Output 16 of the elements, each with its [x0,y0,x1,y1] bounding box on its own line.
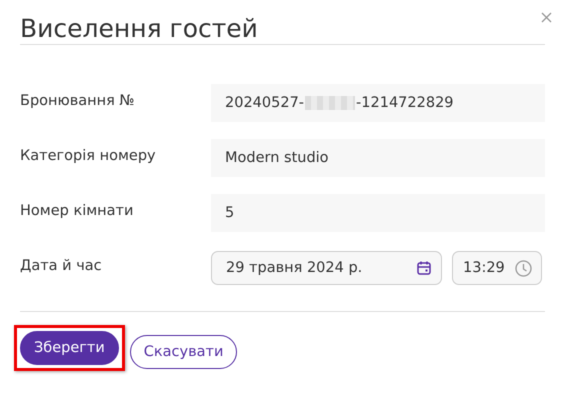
value-text: 5 [225,205,234,221]
value-text: Modern studio [225,150,329,166]
field-label: Дата й час [20,257,103,274]
value-text: 20240527- [225,95,304,111]
save-button[interactable]: Зберегти [20,331,119,365]
cancel-button[interactable]: Скасувати [130,334,238,368]
close-icon[interactable] [541,12,552,23]
calendar-icon[interactable] [416,260,432,276]
time-field[interactable]: 13:29 [452,251,542,285]
dialog-title: Виселення гостей [20,13,259,44]
clock-icon[interactable] [515,260,532,276]
field-label: Категорія номеру [20,147,157,164]
field-label: Номер кімнати [20,202,134,219]
date-field[interactable]: 29 травня 2024 р. [211,251,442,285]
field-label: Бронювання № [20,92,136,109]
value-text: -1214722829 [356,95,454,111]
